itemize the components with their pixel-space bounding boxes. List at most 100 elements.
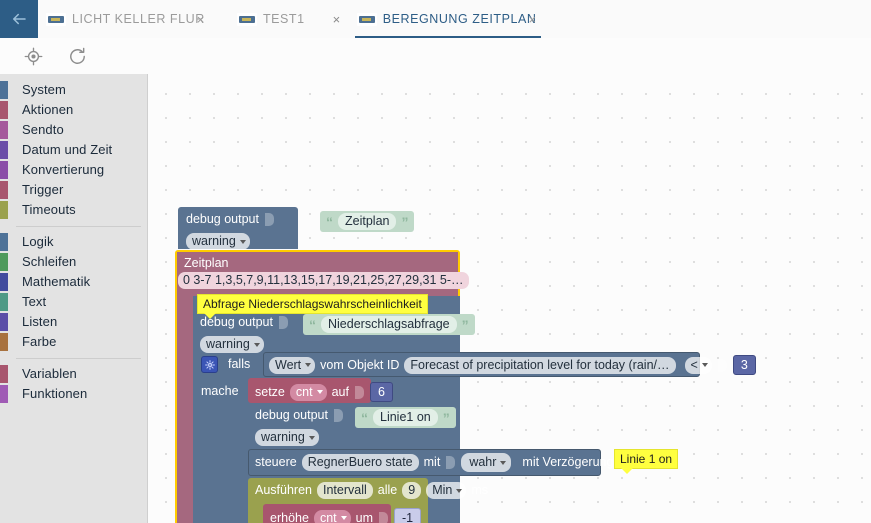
set-label: setze bbox=[255, 384, 285, 399]
tab-close-icon[interactable]: × bbox=[333, 13, 341, 26]
toolbox-item-label: System bbox=[22, 82, 66, 97]
blockly-script-editor: LICHT KELLER FLUR × TEST1 × BEREGNUNG ZE… bbox=[0, 0, 871, 523]
toolbox-item-timeouts[interactable]: Timeouts bbox=[0, 200, 147, 220]
variable-dropdown-cnt[interactable]: cnt bbox=[313, 509, 351, 523]
toolbox-item-konvertierung[interactable]: Konvertierung bbox=[0, 160, 147, 180]
severity-value: warning bbox=[192, 234, 236, 248]
toolbox-item-listen[interactable]: Listen bbox=[0, 312, 147, 332]
toolbox-item-system[interactable]: System bbox=[0, 80, 147, 100]
category-color-swatch bbox=[0, 81, 8, 99]
debug-output-linie-row[interactable]: debug output bbox=[255, 409, 344, 422]
category-color-swatch bbox=[0, 365, 8, 383]
object-id-field[interactable]: Forecast of precipitation level for toda… bbox=[404, 356, 676, 374]
if-label: falls bbox=[228, 357, 251, 372]
gear-icon[interactable] bbox=[201, 356, 218, 373]
string-block-zeitplan[interactable]: “ Zeitplan ” bbox=[320, 211, 415, 232]
cron-field[interactable]: 0 3-7 1,3,5,7,9,11,13,15,17,19,21,25,27,… bbox=[178, 272, 469, 289]
operator-dropdown[interactable]: < bbox=[684, 356, 712, 374]
toolbox-item-label: Variablen bbox=[22, 366, 77, 381]
interval-unit-dropdown[interactable]: Min bbox=[426, 482, 467, 499]
reload-button[interactable] bbox=[62, 41, 92, 71]
quote-close-icon: ” bbox=[401, 213, 409, 230]
string-value[interactable]: Linie1 on bbox=[373, 409, 438, 426]
number-block-threshold[interactable]: 3 bbox=[732, 355, 756, 375]
comment-text: Linie 1 on bbox=[620, 452, 673, 466]
input-notch bbox=[354, 385, 364, 399]
control-object-field[interactable]: RegnerBuero state bbox=[301, 454, 419, 471]
script-icon bbox=[236, 12, 257, 26]
debug-output-rain-row[interactable]: debug output bbox=[200, 316, 289, 329]
interval-amount-value: 9 bbox=[408, 483, 416, 497]
string-block-linie1-on[interactable]: “ Linie1 on ” bbox=[355, 407, 456, 428]
set-variable-row[interactable]: setze cnt auf 6 bbox=[255, 382, 393, 402]
toolbox-item-label: Mathematik bbox=[22, 274, 91, 289]
target-icon bbox=[24, 47, 42, 65]
category-color-swatch bbox=[0, 313, 8, 331]
input-notch bbox=[334, 409, 343, 422]
tab-label: BEREGNUNG ZEITPLAN bbox=[382, 12, 537, 26]
comment-linie-1-on[interactable]: Linie 1 on bbox=[614, 449, 679, 474]
string-value[interactable]: Zeitplan bbox=[338, 213, 397, 230]
quote-close-icon: ” bbox=[442, 409, 450, 426]
number-value: -1 bbox=[402, 511, 414, 523]
toolbox-item-datum-und-zeit[interactable]: Datum und Zeit bbox=[0, 140, 147, 160]
severity-dropdown-warning[interactable]: warning bbox=[255, 429, 319, 446]
every-label: alle bbox=[377, 483, 398, 498]
toolbox-item-sendto[interactable]: Sendto bbox=[0, 120, 147, 140]
interval-header-row[interactable]: Ausführen Intervall alle 9 Min ms bbox=[255, 482, 488, 499]
interval-type-field[interactable]: Intervall bbox=[316, 482, 373, 499]
toolbox-item-label: Text bbox=[22, 294, 47, 309]
tab-licht-keller-flur[interactable]: LICHT KELLER FLUR × bbox=[38, 0, 215, 38]
toolbox-item-label: Konvertierung bbox=[22, 162, 105, 177]
arrow-left-icon bbox=[13, 13, 26, 25]
toolbox-item-schleifen[interactable]: Schleifen bbox=[0, 252, 147, 272]
category-color-swatch bbox=[0, 233, 8, 251]
tab-test1[interactable]: TEST1 bbox=[215, 0, 315, 38]
back-button[interactable] bbox=[0, 0, 38, 38]
by-label: um bbox=[355, 510, 373, 523]
tab-close-icon[interactable]: × bbox=[197, 13, 205, 26]
toolbox-item-variablen[interactable]: Variablen bbox=[0, 364, 147, 384]
blockly-canvas[interactable]: debug output “ Zeitplan ” warning Zeitpl… bbox=[148, 74, 871, 523]
number-block-minus-one[interactable]: -1 bbox=[394, 508, 422, 523]
tab-beregnung-zeitplan[interactable]: BEREGNUNG ZEITPLAN × bbox=[349, 0, 547, 38]
string-block-niederschlagsabfrage[interactable]: “ Niederschlagsabfrage ” bbox=[303, 314, 475, 335]
comment-text: Abfrage Niederschlagswahrscheinlichkeit bbox=[203, 297, 422, 311]
toolbox-item-label: Listen bbox=[22, 314, 58, 329]
if-block-header[interactable]: falls bbox=[201, 356, 250, 373]
chevron-down-icon bbox=[253, 342, 260, 347]
comment-abfrage-niederschlag[interactable]: Abfrage Niederschlagswahrscheinlichkeit bbox=[197, 294, 428, 319]
tab-list: LICHT KELLER FLUR × TEST1 × BEREGNUNG ZE… bbox=[38, 0, 547, 38]
boolean-dropdown-wahr[interactable]: wahr bbox=[461, 453, 512, 472]
interval-type-value: Intervall bbox=[322, 483, 367, 497]
toolbox-divider bbox=[0, 352, 147, 364]
value-type-dropdown[interactable]: Wert bbox=[269, 356, 316, 374]
toolbox-item-aktionen[interactable]: Aktionen bbox=[0, 100, 147, 120]
input-notch bbox=[446, 456, 456, 469]
chevron-down-icon bbox=[340, 516, 347, 520]
string-value[interactable]: Niederschlagsabfrage bbox=[321, 316, 457, 333]
center-view-button[interactable] bbox=[18, 41, 48, 71]
severity-dropdown-warning[interactable]: warning bbox=[186, 233, 250, 250]
category-color-swatch bbox=[0, 201, 8, 219]
interval-amount-field[interactable]: 9 bbox=[402, 482, 422, 499]
variable-dropdown-cnt[interactable]: cnt bbox=[289, 383, 327, 401]
number-block-six[interactable]: 6 bbox=[369, 382, 393, 402]
value-type: Wert bbox=[275, 357, 302, 372]
input-notch bbox=[279, 316, 288, 329]
condition-content-row[interactable]: Wert vom Objekt ID Forecast of precipita… bbox=[269, 355, 756, 375]
toolbox-item-funktionen[interactable]: Funktionen bbox=[0, 384, 147, 404]
toolbox-item-logik[interactable]: Logik bbox=[0, 232, 147, 252]
severity-dropdown-warning[interactable]: warning bbox=[200, 336, 264, 353]
toolbox-item-trigger[interactable]: Trigger bbox=[0, 180, 147, 200]
toolbox-item-text[interactable]: Text bbox=[0, 292, 147, 312]
toolbox-item-mathematik[interactable]: Mathematik bbox=[0, 272, 147, 292]
increase-variable-row[interactable]: erhöhe cnt um -1 bbox=[270, 508, 422, 523]
quote-close-icon: ” bbox=[461, 316, 469, 333]
control-state-row[interactable]: steuere RegnerBuero state mit wahr mit V… bbox=[255, 453, 639, 472]
toolbox-item-farbe[interactable]: Farbe bbox=[0, 332, 147, 352]
tab-close-test1[interactable]: × bbox=[315, 0, 349, 38]
editor-toolbar bbox=[0, 38, 871, 75]
debug-output-label-row[interactable]: debug output bbox=[186, 213, 275, 226]
tab-close-icon[interactable]: × bbox=[528, 13, 536, 26]
